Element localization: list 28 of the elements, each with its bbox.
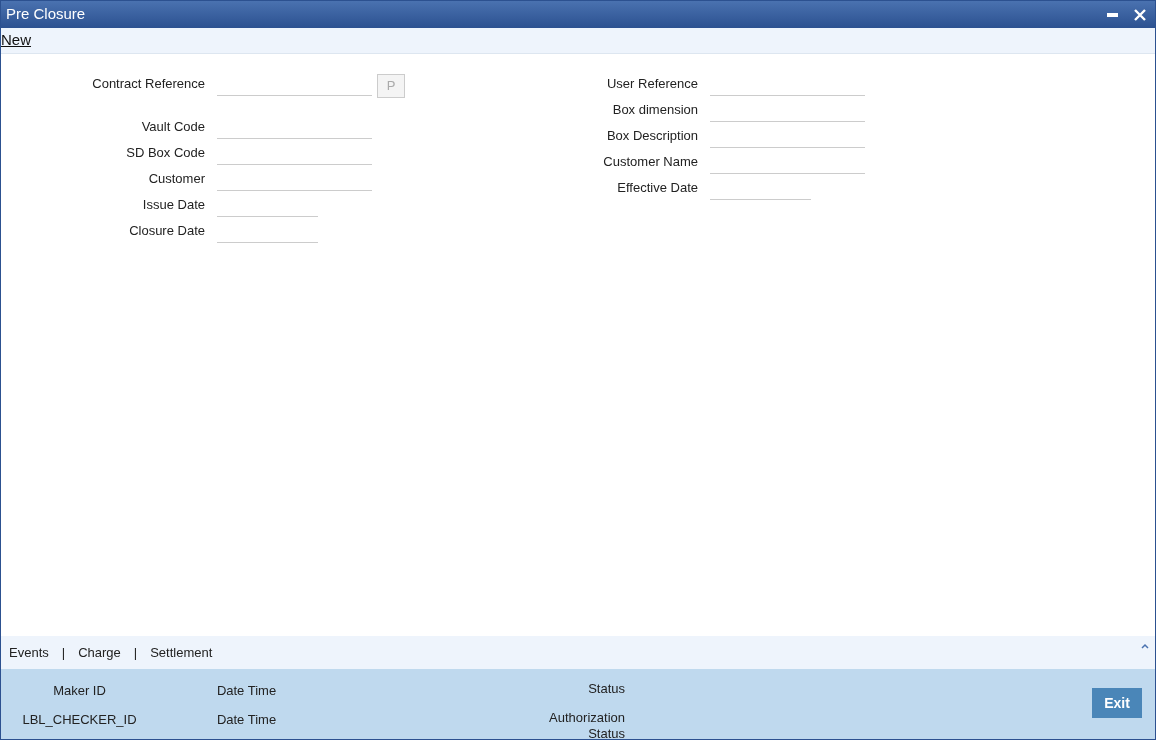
field-label: Box dimension bbox=[611, 100, 698, 119]
close-icon[interactable] bbox=[1134, 8, 1146, 21]
field-label: Box Description bbox=[605, 126, 698, 145]
tab-separator: | bbox=[61, 643, 66, 662]
tab-link[interactable]: Events bbox=[9, 642, 49, 663]
minimize-icon[interactable] bbox=[1107, 12, 1118, 17]
collapse-icon[interactable] bbox=[1141, 643, 1149, 649]
field-label: User Reference bbox=[605, 74, 698, 93]
time-label: Date Time bbox=[215, 682, 278, 700]
field-label: Customer Name bbox=[602, 152, 698, 171]
status-label: Status bbox=[587, 681, 625, 697]
status-label: Authorization Status bbox=[548, 709, 625, 739]
tab-separator: | bbox=[133, 643, 138, 662]
field-label: SD Box Code bbox=[125, 143, 205, 162]
tab-link[interactable]: Settlement bbox=[150, 642, 213, 663]
field-label: Closure Date bbox=[128, 221, 205, 240]
id-label: LBL_CHECKER_ID bbox=[21, 710, 138, 729]
field-label: Contract Reference bbox=[91, 74, 205, 93]
window-title: Pre Closure bbox=[6, 4, 86, 25]
tab-link[interactable]: Charge bbox=[78, 642, 121, 663]
exit-button[interactable]: Exit bbox=[1092, 688, 1142, 718]
field-label: Customer bbox=[147, 169, 205, 188]
field-label: Vault Code bbox=[140, 117, 205, 136]
field-label: Issue Date bbox=[141, 195, 205, 214]
id-label: Maker ID bbox=[52, 682, 107, 700]
field-label: Effective Date bbox=[616, 178, 698, 197]
new-link[interactable]: New bbox=[1, 29, 31, 52]
time-label: Date Time bbox=[215, 710, 278, 729]
